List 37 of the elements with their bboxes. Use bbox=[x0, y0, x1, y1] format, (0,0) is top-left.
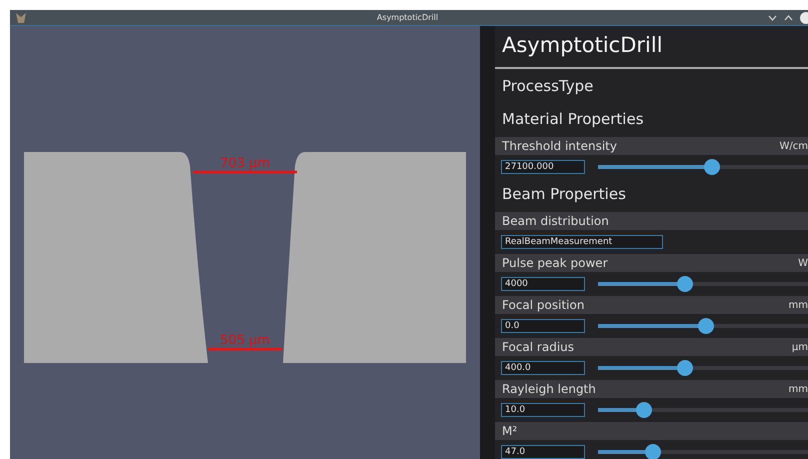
minimize-icon[interactable] bbox=[768, 14, 777, 20]
unit-label: mm bbox=[788, 300, 808, 310]
slider-thumb[interactable] bbox=[644, 444, 661, 459]
value-field[interactable]: 47.0 bbox=[501, 445, 585, 459]
unit-label: µm bbox=[792, 342, 808, 352]
app-icon bbox=[15, 12, 27, 24]
property-label: Threshold intensity bbox=[502, 139, 617, 153]
value-field[interactable]: 4000 bbox=[501, 277, 585, 291]
section-heading: Beam Properties bbox=[501, 184, 627, 205]
maximize-icon[interactable] bbox=[784, 14, 793, 20]
unit-label: mm bbox=[788, 384, 808, 394]
section-heading: ProcessType bbox=[501, 76, 594, 97]
property-label: Rayleigh length bbox=[502, 382, 596, 396]
panel-title: AsymptoticDrill bbox=[501, 32, 664, 59]
unit-label: W bbox=[798, 258, 808, 268]
slider-thumb[interactable] bbox=[676, 276, 692, 292]
property-label: Focal radius bbox=[502, 340, 574, 354]
value-field[interactable]: 27100.000 bbox=[501, 160, 585, 174]
value-field[interactable]: 0.0 bbox=[501, 319, 585, 333]
value-field[interactable]: 10.0 bbox=[501, 403, 585, 417]
unit-label: W/cm bbox=[780, 140, 808, 152]
close-icon[interactable] bbox=[800, 12, 808, 24]
property-label: M² bbox=[502, 424, 518, 438]
property-label: Beam distribution bbox=[502, 214, 609, 228]
slider-thumb[interactable] bbox=[676, 360, 692, 376]
property-label: Focal position bbox=[502, 298, 584, 312]
splitter-handle[interactable] bbox=[480, 26, 495, 459]
measure-label: 505 µm bbox=[220, 333, 270, 348]
value-field[interactable]: 400.0 bbox=[501, 361, 585, 375]
dropdown-field[interactable]: RealBeamMeasurement bbox=[501, 235, 663, 249]
window-title: AsymptoticDrill bbox=[376, 13, 440, 22]
slider-thumb[interactable] bbox=[698, 318, 714, 334]
slider-thumb[interactable] bbox=[704, 159, 720, 175]
slider-thumb[interactable] bbox=[636, 402, 652, 418]
measure-label: 703 µm bbox=[220, 156, 270, 171]
property-label: Pulse peak power bbox=[502, 256, 608, 270]
section-heading: Material Properties bbox=[501, 109, 645, 130]
